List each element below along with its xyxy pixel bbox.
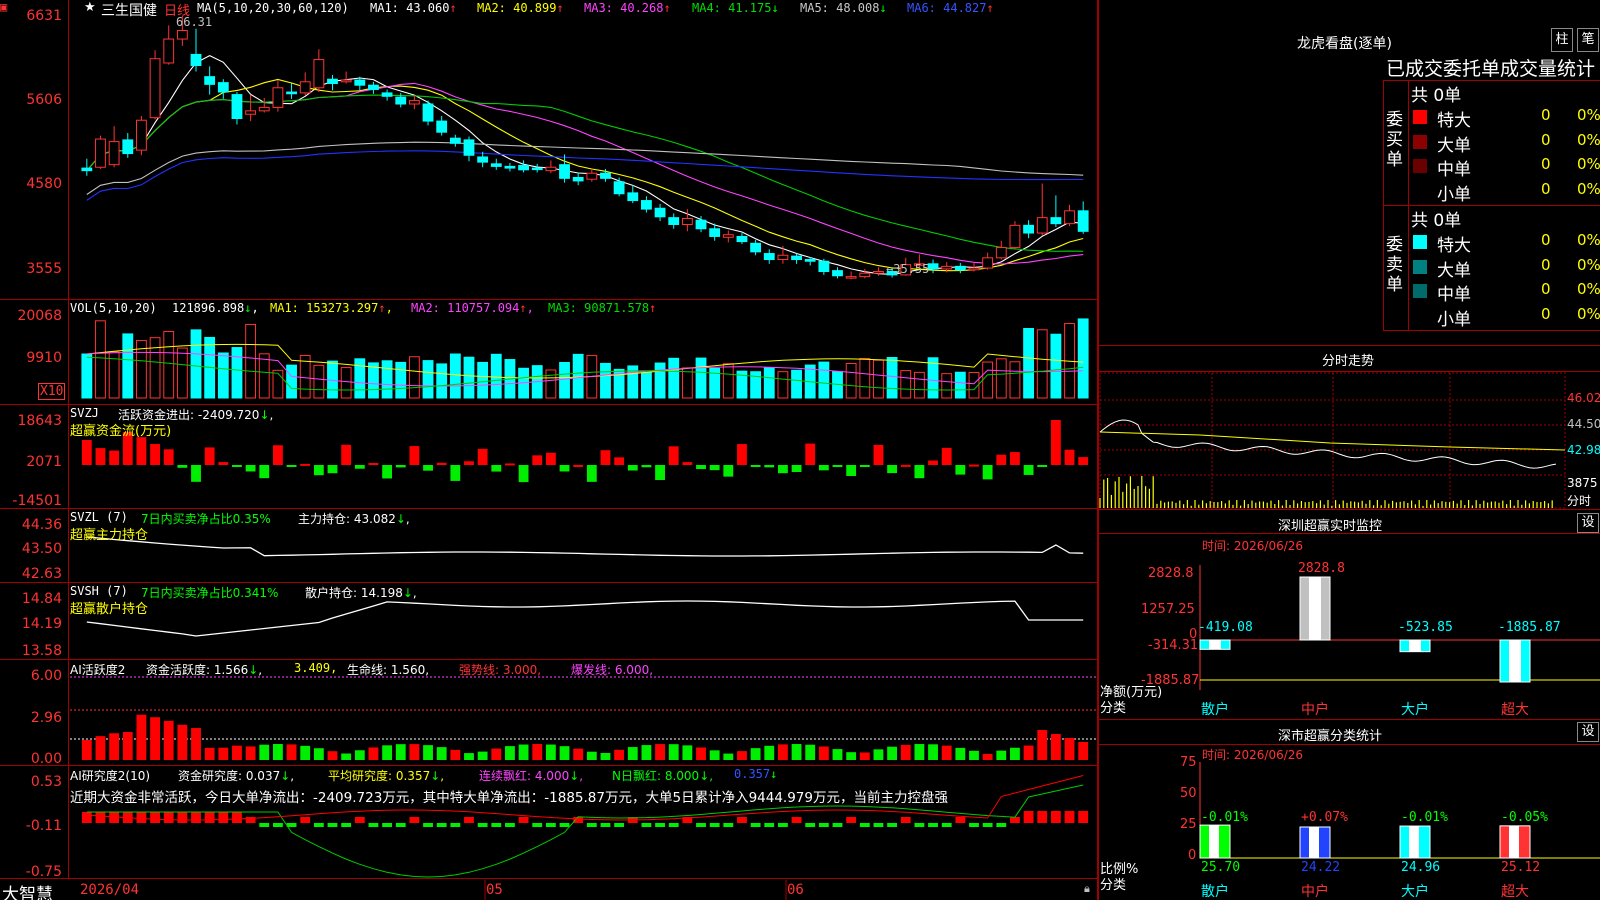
sz-bar-value: 2828.8 [1298, 561, 1345, 576]
cls-bar-shine [1209, 825, 1219, 858]
sell-color-swatch [1413, 284, 1427, 298]
ts-axis-3: 42.98 [1567, 443, 1600, 457]
sell-row-val: 0 [1541, 231, 1551, 249]
sell-total: 共 0单 [1411, 211, 1462, 231]
sell-row-name: 特大 [1437, 236, 1471, 256]
cls-pct: +0.07% [1301, 810, 1348, 825]
stat-divider-left [1383, 80, 1384, 330]
ts-title: 分时走势 [1322, 354, 1375, 369]
ts-axis-1: 46.02 [1567, 391, 1600, 405]
cls-bar-shine [1509, 825, 1519, 858]
cls-category: 散户 [1201, 884, 1229, 900]
sz-bar-value: -1885.87 [1498, 620, 1561, 635]
cls-bar-shine [1309, 826, 1319, 858]
sz-category: 中户 [1301, 702, 1329, 718]
sz-bar-value: -523.85 [1398, 620, 1453, 635]
ts-divider-top [1098, 345, 1600, 346]
ts-foot: 分时 [1567, 494, 1592, 508]
buy-row-pct: 0% [1577, 130, 1600, 149]
sell-row-name: 大单 [1437, 260, 1471, 281]
buy-row-pct: 0% [1577, 155, 1600, 173]
stat-title: 已成交委托单成交量统计 [1386, 58, 1596, 80]
buy-color-swatch [1413, 110, 1427, 124]
buy-row-pct: 0% [1577, 106, 1600, 124]
cls-bar-shine [1409, 826, 1419, 858]
buy-row-name: 小单 [1437, 184, 1471, 205]
cls-category: 中户 [1301, 884, 1329, 900]
bar-mode-button[interactable]: 柱 [1551, 28, 1573, 52]
cls-title: 深市超赢分类统计 [1278, 729, 1383, 744]
cls-value: 24.22 [1301, 860, 1341, 875]
ts-price-line [1099, 419, 1557, 469]
sell-row-name: 中单 [1437, 285, 1471, 305]
sell-side-label: 委卖单 [1386, 235, 1403, 295]
right-chart-svg [1099, 372, 1600, 859]
stat-divider-bot [1383, 330, 1600, 331]
sz-axis-1: 2828.8 [1148, 566, 1194, 581]
sell-color-swatch [1413, 235, 1427, 249]
sz-bar-shine [1409, 640, 1421, 652]
sell-row-val: 0 [1541, 280, 1551, 298]
cls-axis-1: 75 [1180, 755, 1197, 770]
ts-axis-4: 3875 [1567, 476, 1598, 490]
sz-divider [1098, 509, 1600, 510]
cls-category: 超大 [1501, 884, 1529, 900]
cls-axis-2: 50 [1180, 786, 1197, 801]
sz-category: 超大 [1501, 702, 1529, 718]
cls-settings-button[interactable]: 设 [1577, 722, 1599, 742]
sell-row-val: 0 [1541, 255, 1551, 274]
sell-row-val: 0 [1541, 304, 1551, 323]
tick-mode-button[interactable]: 笔 [1577, 28, 1599, 52]
cls-time: 时间: 2026/06/26 [1202, 748, 1304, 762]
cls-pct: -0.01% [1201, 810, 1248, 825]
lh-title: 龙虎看盘(逐单) [1297, 36, 1392, 52]
buy-row-pct: 0% [1577, 179, 1600, 198]
sz-category: 大户 [1401, 702, 1429, 718]
sz-bar-shine [1509, 640, 1521, 683]
sz-title: 深圳超赢实时监控 [1278, 519, 1383, 534]
ts-divider-title [1098, 371, 1600, 372]
sell-row-pct: 0% [1577, 231, 1600, 249]
buy-row-val: 0 [1541, 106, 1551, 124]
buy-row-name: 特大 [1437, 111, 1471, 131]
sz-bar-shine [1209, 640, 1221, 650]
cls-value: 24.96 [1401, 860, 1441, 875]
sell-row-pct: 0% [1577, 280, 1600, 298]
buy-color-swatch [1413, 134, 1427, 149]
buy-row-name: 大单 [1437, 135, 1471, 156]
cls-xlabel: 分类 [1100, 878, 1127, 893]
cls-divider [1098, 719, 1600, 720]
cls-axis-3: 25 [1180, 817, 1197, 832]
cls-value: 25.70 [1201, 860, 1241, 875]
cls-axis-4: 0 [1188, 848, 1197, 863]
sell-row-pct: 0% [1577, 304, 1600, 323]
buy-side-label: 委买单 [1386, 110, 1403, 170]
sz-divider-title [1098, 533, 1600, 534]
sell-color-swatch [1413, 259, 1427, 274]
buy-row-val: 0 [1541, 179, 1551, 198]
sz-category: 散户 [1201, 702, 1229, 718]
buy-row-name: 中单 [1437, 160, 1471, 180]
sz-settings-button[interactable]: 设 [1577, 513, 1599, 533]
sz-axis-4: -314.31 [1148, 638, 1199, 653]
sz-axis-2: 1257.25 [1141, 602, 1195, 617]
sz-time: 时间: 2026/06/26 [1202, 539, 1304, 553]
sz-xlabel: 分类 [1100, 701, 1127, 716]
stat-divider-col [1408, 80, 1409, 330]
cls-category: 大户 [1401, 884, 1429, 900]
buy-row-val: 0 [1541, 155, 1551, 173]
sell-row-name: 小单 [1437, 309, 1471, 330]
sz-bar-value: -419.08 [1198, 620, 1253, 635]
cls-pct: -0.01% [1401, 810, 1448, 825]
buy-total: 共 0单 [1411, 86, 1462, 106]
cls-divider-title [1098, 744, 1600, 745]
buy-row-val: 0 [1541, 130, 1551, 149]
ts-axis-2: 44.50 [1567, 417, 1600, 431]
cls-pct: -0.05% [1501, 810, 1548, 825]
sz-bar-shine [1309, 577, 1321, 640]
sell-row-pct: 0% [1577, 255, 1600, 274]
buy-color-swatch [1413, 159, 1427, 173]
cls-value: 25.12 [1501, 860, 1541, 875]
